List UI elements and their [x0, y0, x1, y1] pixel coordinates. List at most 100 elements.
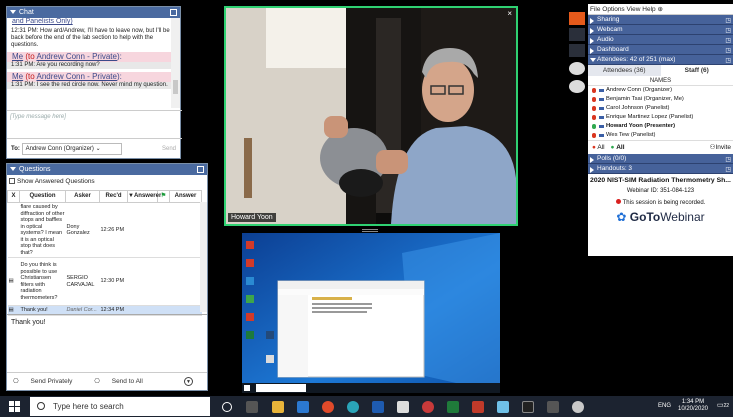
file-explorer-icon[interactable]: [272, 401, 284, 413]
recipient-name[interactable]: Andrew Conn - Private: [36, 52, 116, 61]
expand-icon[interactable]: [590, 28, 594, 34]
collapse-panel-icon[interactable]: [569, 12, 585, 25]
language-indicator[interactable]: ENG: [658, 403, 671, 409]
task-view-icon[interactable]: [246, 401, 258, 413]
collapse-icon[interactable]: [590, 58, 596, 62]
screen-icon: [599, 116, 604, 119]
column-header[interactable]: Answer: [169, 190, 202, 203]
logo-text-bold: GoTo: [629, 210, 661, 224]
column-header[interactable]: X: [7, 190, 20, 203]
invite-button[interactable]: ⚇Invite: [710, 141, 731, 155]
expand-down-icon[interactable]: ▼: [184, 377, 193, 386]
outlook-icon[interactable]: [372, 401, 384, 413]
popout-icon[interactable]: ◳: [725, 165, 731, 175]
app-icon[interactable]: [472, 401, 484, 413]
sender-name[interactable]: Me: [12, 52, 23, 61]
app-icon[interactable]: [422, 401, 434, 413]
logo-icon: ✿: [616, 210, 627, 224]
clock[interactable]: 1:34 PM 10/20/2020: [675, 399, 711, 413]
chat-title: Chat: [19, 9, 34, 16]
column-header-answerer[interactable]: ▼Answerer: [127, 190, 162, 203]
webcam-icon[interactable]: [569, 44, 585, 57]
staff-row[interactable]: Andrew Conn (Organizer): [588, 86, 733, 95]
menu-items[interactable]: File Options View Help: [590, 6, 656, 13]
tab-staff[interactable]: Staff (6): [660, 65, 733, 76]
menu-bar[interactable]: File Options View Help ⊕: [588, 4, 733, 15]
chat-header[interactable]: Chat: [7, 7, 180, 18]
column-header[interactable]: Rec'd: [99, 190, 128, 203]
notification-icon[interactable]: ▭22: [717, 401, 729, 409]
mail-icon[interactable]: [297, 401, 309, 413]
chrome-icon[interactable]: [322, 401, 334, 413]
tab-attendees[interactable]: Attendees (36): [588, 65, 661, 76]
staff-row[interactable]: Benjamin Tsai (Organizer, Me): [588, 95, 733, 104]
table-row[interactable]: flare caused by diffraction of other sto…: [7, 202, 202, 258]
recipient-select[interactable]: Andrew Conn (Organizer) ⌄: [21, 143, 122, 155]
column-header-label: Answerer: [133, 193, 162, 200]
app-icon[interactable]: [497, 401, 509, 413]
questions-scrollbar[interactable]: [200, 202, 207, 312]
column-header[interactable]: Question: [19, 190, 66, 203]
expand-icon[interactable]: [590, 38, 594, 44]
send-button[interactable]: Send: [162, 145, 176, 153]
taskbar-search[interactable]: Type here to search: [30, 397, 210, 416]
questions-panel: Questions Show Answered Questions X Ques…: [6, 163, 208, 391]
mic-icon: [592, 115, 596, 120]
collapse-icon[interactable]: [10, 10, 16, 14]
app-icon[interactable]: [522, 401, 534, 413]
recipient-name[interactable]: Andrew Conn - Private: [36, 72, 116, 81]
panel-dashboard[interactable]: Dashboard ◳: [588, 45, 733, 55]
send-to-all-button[interactable]: ⎔ Send to All: [94, 378, 153, 385]
resize-handle[interactable]: [362, 229, 378, 232]
names-column-header[interactable]: NAMES: [588, 76, 733, 86]
panel-audio[interactable]: Audio ◳: [588, 35, 733, 45]
panel-sharing[interactable]: Sharing ◳: [588, 15, 733, 25]
sender-name[interactable]: Me: [12, 72, 23, 81]
panel-polls[interactable]: Polls (0/0) ◳: [588, 154, 733, 164]
to-label: To:: [11, 146, 20, 152]
staff-row-presenter[interactable]: Howard Yoon (Presenter): [588, 122, 733, 131]
questions-header[interactable]: Questions: [7, 164, 207, 175]
column-header[interactable]: Asker: [65, 190, 100, 203]
recipient-prefix: (to: [25, 72, 35, 81]
mic-icon[interactable]: [569, 28, 585, 41]
popout-icon[interactable]: ◳: [725, 56, 731, 66]
questions-table: X Question Asker Rec'd ▼Answerer ⚑ Answe…: [7, 190, 202, 316]
view-icon[interactable]: [569, 80, 585, 93]
scroll-thumb[interactable]: [173, 80, 178, 94]
chat-scrollbar[interactable]: [171, 18, 180, 108]
answer-input[interactable]: Thank you!: [7, 314, 207, 370]
mute-all-button[interactable]: ● All: [592, 144, 605, 151]
expand-icon[interactable]: [590, 18, 594, 24]
send-privately-button[interactable]: ⎔ Send Privately: [13, 378, 82, 385]
close-video-icon[interactable]: ×: [507, 9, 512, 18]
app-icon[interactable]: [547, 401, 559, 413]
app-icon[interactable]: [572, 401, 584, 413]
staff-row[interactable]: Wes Tew (Panelist): [588, 131, 733, 140]
checkbox[interactable]: [9, 178, 15, 184]
expand-icon[interactable]: [590, 48, 594, 54]
cortana-icon[interactable]: [222, 402, 232, 412]
panel-handouts[interactable]: Handouts: 3 ◳: [588, 164, 733, 174]
popout-icon[interactable]: [197, 166, 204, 173]
excel-icon[interactable]: [447, 401, 459, 413]
show-answered-toggle[interactable]: Show Answered Questions: [9, 177, 95, 186]
screen-share-icon[interactable]: [569, 62, 585, 75]
panel-webcam[interactable]: Webcam ◳: [588, 25, 733, 35]
windows-start-icon[interactable]: [9, 401, 20, 412]
unmute-all-button[interactable]: ● All: [610, 144, 624, 151]
table-row[interactable]: ▤ Do you think is possible to use Christ…: [7, 257, 202, 306]
chat-message-input[interactable]: [Type message here]: [7, 110, 182, 136]
panel-attendees[interactable]: Attendees: 42 of 251 (max) ◳: [588, 55, 733, 65]
staff-row[interactable]: Carol Johnson (Panelist): [588, 104, 733, 113]
edge-icon[interactable]: [347, 401, 359, 413]
expand-icon[interactable]: [590, 167, 594, 173]
app-icon[interactable]: [397, 401, 409, 413]
staff-row[interactable]: Enrique Martinez Lopez (Panelist): [588, 113, 733, 122]
globe-icon[interactable]: ⊕: [657, 6, 662, 13]
logo-text: Webinar: [660, 210, 705, 224]
popout-icon[interactable]: [170, 9, 177, 16]
expand-icon[interactable]: [590, 157, 594, 163]
asker-cell: SERGIO CARVAJAL: [65, 257, 100, 306]
collapse-icon[interactable]: [10, 167, 16, 171]
